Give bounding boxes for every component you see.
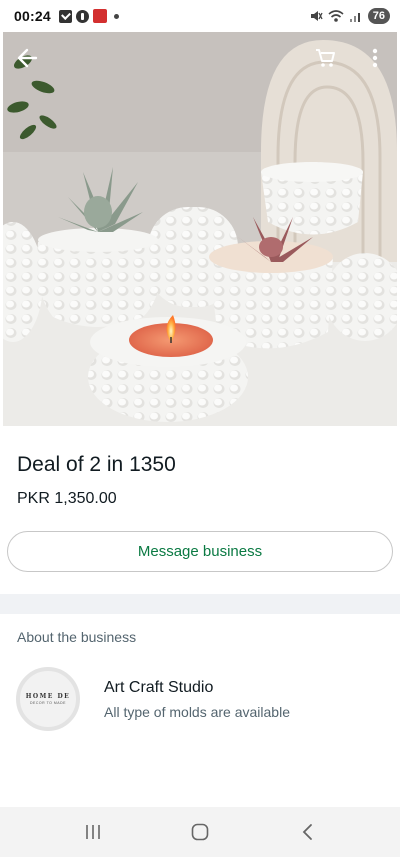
arrow-left-icon xyxy=(17,48,38,68)
gallery-notification-icon xyxy=(58,9,72,23)
recents-icon xyxy=(86,825,101,839)
product-price: PKR 1,350.00 xyxy=(17,490,117,507)
business-avatar[interactable]: HOME DE DECOR TO MADE xyxy=(16,667,80,731)
home-button[interactable] xyxy=(176,812,224,852)
section-divider xyxy=(0,594,400,614)
product-photo xyxy=(3,32,397,426)
signal-icon xyxy=(349,13,360,22)
more-options-button[interactable] xyxy=(357,40,393,76)
back-button[interactable] xyxy=(9,40,45,76)
more-notifications-icon xyxy=(113,13,119,19)
system-nav-bar xyxy=(0,807,400,857)
status-time: 00:24 xyxy=(14,8,51,24)
wifi-icon xyxy=(328,10,344,22)
product-image[interactable] xyxy=(3,32,397,426)
home-icon xyxy=(191,823,209,841)
avatar-logo-subtext: DECOR TO MADE xyxy=(30,701,66,705)
business-description: All type of molds are available xyxy=(104,704,290,720)
mute-icon xyxy=(310,11,323,21)
back-chevron-icon xyxy=(302,824,312,840)
message-business-button[interactable]: Message business xyxy=(7,531,393,572)
avatar-logo-text: HOME DE xyxy=(25,693,71,700)
app-notification-icon xyxy=(92,9,107,23)
business-name[interactable]: Art Craft Studio xyxy=(104,679,213,697)
more-vertical-icon xyxy=(372,48,378,68)
recents-button[interactable] xyxy=(69,812,117,852)
battery-indicator: 76 xyxy=(367,8,390,24)
cart-icon xyxy=(316,49,335,67)
about-heading: About the business xyxy=(17,629,137,645)
cart-button[interactable] xyxy=(307,40,343,76)
pinterest-notification-icon xyxy=(75,9,89,23)
notification-icons xyxy=(58,9,119,23)
nav-back-button[interactable] xyxy=(283,812,331,852)
product-title: Deal of 2 in 1350 xyxy=(17,453,176,476)
status-bar: 00:24 76 xyxy=(0,0,400,32)
